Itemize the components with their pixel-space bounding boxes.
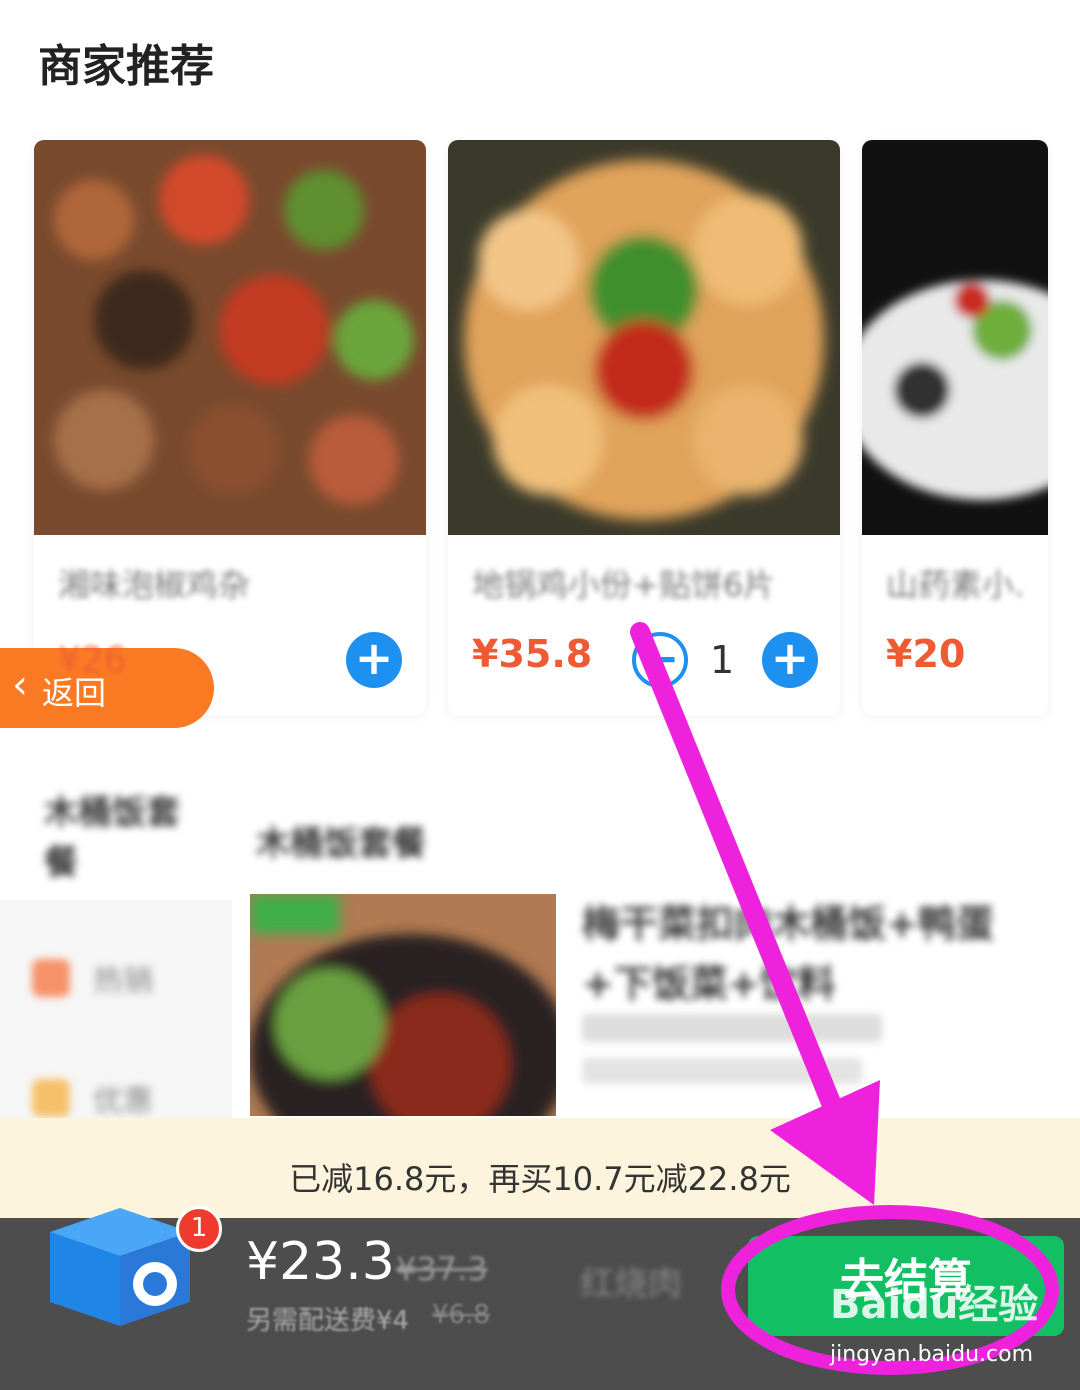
discount-icon [32, 1079, 70, 1117]
watermark-logo: Baidu经验 [830, 1282, 1039, 1328]
cart-item-hint: 红烧肉 [580, 1264, 682, 1304]
add-button[interactable]: + [346, 632, 402, 688]
cart-count-badge: 1 [176, 1206, 222, 1252]
item-name: 山药素小… [886, 566, 1028, 604]
menu-item-desc-line [582, 1014, 882, 1042]
item-name: 地锅鸡小份+贴饼6片 [472, 566, 776, 604]
minus-button[interactable]: − [632, 632, 688, 688]
cart-total: ¥23.3 [246, 1232, 395, 1292]
food-image [448, 140, 840, 535]
delivery-fee-original: ¥6.8 [432, 1300, 490, 1330]
recommend-card-2[interactable]: 地锅鸡小份+贴饼6片 ¥35.8 − 1 + [448, 140, 840, 715]
watermark-url: jingyan.baidu.com [830, 1342, 1034, 1367]
promo-text: 已减16.8元，再买10.7元减22.8元 [289, 1160, 791, 1198]
chevron-left-icon: ‹ [12, 662, 28, 708]
cart-original-total: ¥37.3 [396, 1250, 488, 1288]
section-title: 商家推荐 [38, 41, 214, 92]
item-price: ¥35.8 [472, 632, 593, 676]
menu-item-desc-line [582, 1058, 862, 1084]
fire-icon [32, 959, 70, 997]
category-title: 木桶饭套餐 [256, 824, 426, 864]
food-image [34, 140, 426, 535]
menu-item-title[interactable]: 梅干菜扣肉木桶饭+鸭蛋+下饭菜+饮料 [582, 894, 1002, 1014]
item-price: ¥20 [886, 632, 966, 676]
quantity: 1 [710, 638, 735, 682]
add-button[interactable]: + [762, 632, 818, 688]
food-image [250, 894, 556, 1116]
cart-box-icon[interactable] [40, 1198, 200, 1328]
sidebar-item-main[interactable]: 木桶饭套餐 [44, 788, 194, 888]
sidebar-item-hot[interactable]: 热销 [32, 956, 212, 1000]
sidebar-item-discount[interactable]: 优惠 [32, 1076, 212, 1119]
recommend-card-1[interactable]: 湘味泡椒鸡杂 + [34, 140, 426, 715]
item-name: 湘味泡椒鸡杂 [58, 566, 251, 604]
food-image [862, 140, 1048, 535]
delivery-fee: 另需配送费¥4 [246, 1306, 410, 1336]
item-price: ¥26 [58, 640, 127, 681]
recommend-card-3[interactable]: 山药素小… ¥20 [862, 140, 1048, 715]
